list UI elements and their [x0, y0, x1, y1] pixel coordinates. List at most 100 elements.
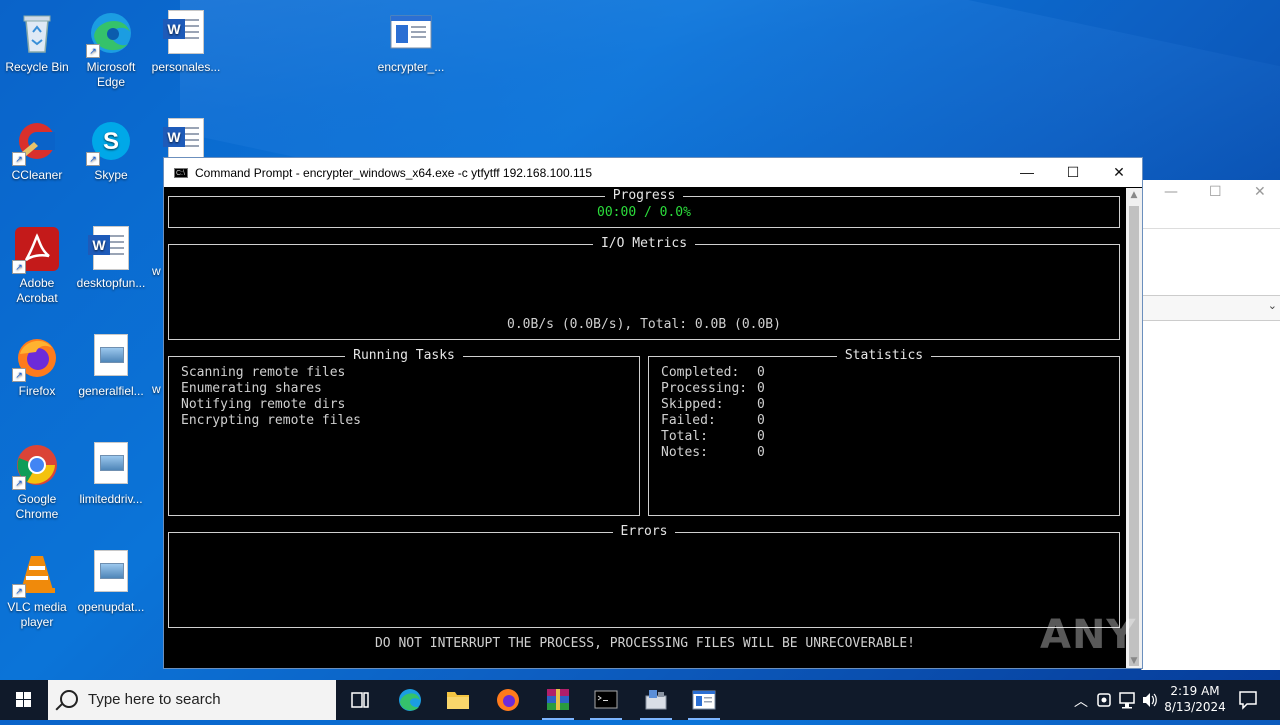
clock-date: 8/13/2024 [1164, 700, 1226, 714]
shortcut-arrow-icon: ↗ [12, 584, 26, 598]
console-icon: C:\ [174, 167, 188, 178]
taskbar-file-explorer[interactable] [434, 680, 482, 720]
desktop-icon-label: personales... [151, 60, 221, 74]
notification-center-icon[interactable] [1236, 680, 1260, 720]
desktop-icon-skype[interactable]: S ↗ Skype [74, 112, 148, 183]
statistics-panel: Statistics Completed: 0 Processing: 0 Skip… [648, 348, 1120, 516]
desktop-icon-firefox[interactable]: ↗ Firefox [0, 328, 74, 399]
io-metrics-heading: I/O Metrics [592, 236, 696, 251]
taskbar-command-prompt[interactable] [582, 680, 630, 720]
desktop-icon-image-file[interactable]: openupdat... [74, 544, 148, 615]
shortcut-arrow-icon: ↗ [12, 368, 26, 382]
taskbar-clock[interactable]: 2:19 AM 8/13/2024 [1160, 683, 1230, 715]
image-file-icon [88, 334, 134, 380]
stat-row: Failed: 0 [661, 413, 765, 429]
tray-overflow-chevron-icon[interactable]: ︿ [1070, 680, 1090, 720]
desktop-icon-label: openupdat... [77, 600, 145, 614]
shortcut-arrow-icon: ↗ [86, 152, 100, 166]
desktop-icon-google-chrome[interactable]: ↗ Google Chrome [0, 436, 74, 522]
taskbar-edge[interactable] [386, 680, 434, 720]
volume-icon[interactable] [1140, 680, 1160, 720]
task-item: Scanning remote files [181, 365, 346, 380]
stat-value: 0 [757, 397, 765, 412]
progress-panel: Progress 00:00 / 0.0% [168, 188, 1120, 228]
shortcut-arrow-icon: ↗ [12, 260, 26, 274]
stat-row: Processing: 0 [661, 381, 765, 397]
desktop-icon-label: Skype [94, 168, 128, 182]
word-document-icon: W [163, 10, 209, 56]
skype-icon: S ↗ [86, 118, 134, 166]
desktop-icon-label: VLC media player [7, 600, 67, 629]
windows-logo-icon [16, 692, 31, 707]
maximize-icon[interactable]: ☐ [1209, 184, 1222, 200]
stat-label: Skipped: [661, 397, 724, 412]
desktop-icon-ccleaner[interactable]: ↗ CCleaner [0, 112, 74, 183]
folder-icon [447, 692, 469, 709]
stat-value: 0 [757, 381, 765, 396]
search-placeholder: Type here to search [88, 691, 221, 708]
executable-window-icon [388, 10, 434, 56]
background-window[interactable]: — ☐ ✕ ⌄ [1141, 180, 1280, 670]
taskbar-winrar[interactable] [534, 680, 582, 720]
firefox-icon: ↗ [12, 334, 60, 382]
desktop-icon-label: CCleaner [11, 168, 63, 182]
desktop-icon-microsoft-edge[interactable]: ↗ Microsoft Edge [74, 4, 148, 90]
stat-label: Notes: [661, 445, 708, 460]
taskbar-setup-app[interactable] [632, 680, 680, 720]
watermark: ANY RUN [1040, 612, 1252, 658]
desktop-icon-image-file[interactable]: generalfiel... [74, 328, 148, 399]
desktop-icon-vlc[interactable]: ↗ VLC media player [0, 544, 74, 630]
desktop-icon-encrypter[interactable]: encrypter_... [374, 4, 448, 75]
desktop-icon-label: Adobe Acrobat [16, 276, 58, 305]
taskbar-search-box[interactable]: Type here to search [48, 680, 336, 720]
chrome-icon: ↗ [12, 442, 60, 490]
desktop-icon-word-doc[interactable]: W desktopfun... [74, 220, 148, 291]
close-icon[interactable]: ✕ [1254, 184, 1266, 200]
close-button[interactable]: ✕ [1096, 158, 1142, 187]
taskbar-firefox[interactable] [484, 680, 532, 720]
network-icon[interactable] [1117, 680, 1139, 720]
stat-value: 0 [757, 413, 765, 428]
desktop-icon-image-file[interactable]: limiteddriv... [74, 436, 148, 507]
desktop-icon-adobe-acrobat[interactable]: ↗ Adobe Acrobat [0, 220, 74, 306]
running-tasks-heading: Running Tasks [345, 348, 463, 363]
desktop-icon-label: Google Chrome [15, 492, 59, 521]
scroll-up-icon[interactable]: ▲ [1126, 190, 1142, 200]
progress-heading: Progress [604, 188, 684, 203]
desktop-icon-label: generalfiel... [78, 384, 144, 398]
tray-app-icon[interactable] [1094, 680, 1114, 720]
command-prompt-window[interactable]: C:\ Command Prompt - encrypter_windows_x… [163, 157, 1143, 669]
taskbar: Type here to search ︿ 2:19 AM 8/13/2024 [0, 680, 1280, 720]
desktop-icon-label: desktopfun... [76, 276, 146, 290]
minimize-icon[interactable]: — [1164, 184, 1178, 200]
minimize-button[interactable]: — [1004, 158, 1050, 187]
task-view-button[interactable] [336, 680, 384, 720]
task-item: Enumerating shares [181, 381, 322, 396]
start-button[interactable] [0, 680, 48, 720]
desktop-icon-label: Microsoft Edge [86, 60, 136, 89]
stat-value: 0 [757, 429, 765, 444]
maximize-button[interactable]: ☐ [1050, 158, 1096, 187]
desktop-icon-word-doc[interactable]: W personales... [149, 4, 223, 75]
desktop-icon-label: encrypter_... [377, 60, 445, 74]
errors-panel: Errors [168, 524, 1120, 628]
running-tasks-panel: Running Tasks Scanning remote files Enum… [168, 348, 640, 516]
taskbar-encrypter-window[interactable] [680, 680, 728, 720]
window-titlebar[interactable]: C:\ Command Prompt - encrypter_windows_x… [164, 158, 1142, 187]
ccleaner-icon: ↗ [12, 118, 60, 166]
desktop-icon-recycle-bin[interactable]: Recycle Bin [0, 4, 74, 75]
toolbar-strip: ⌄ [1142, 295, 1280, 321]
stat-value: 0 [757, 365, 765, 380]
shortcut-arrow-icon: ↗ [12, 476, 26, 490]
stat-label: Completed: [661, 365, 740, 380]
edge-icon: ↗ [86, 10, 134, 58]
statistics-heading: Statistics [836, 348, 932, 363]
vertical-scrollbar[interactable]: ▲ ▼ [1126, 188, 1142, 668]
stat-label: Total: [661, 429, 708, 444]
task-item: Encrypting remote files [181, 413, 362, 428]
firefox-icon [497, 689, 519, 711]
scroll-thumb[interactable] [1129, 206, 1139, 666]
chevron-down-icon[interactable]: ⌄ [1268, 299, 1277, 312]
task-view-icon [351, 692, 369, 708]
edge-icon [399, 689, 421, 711]
